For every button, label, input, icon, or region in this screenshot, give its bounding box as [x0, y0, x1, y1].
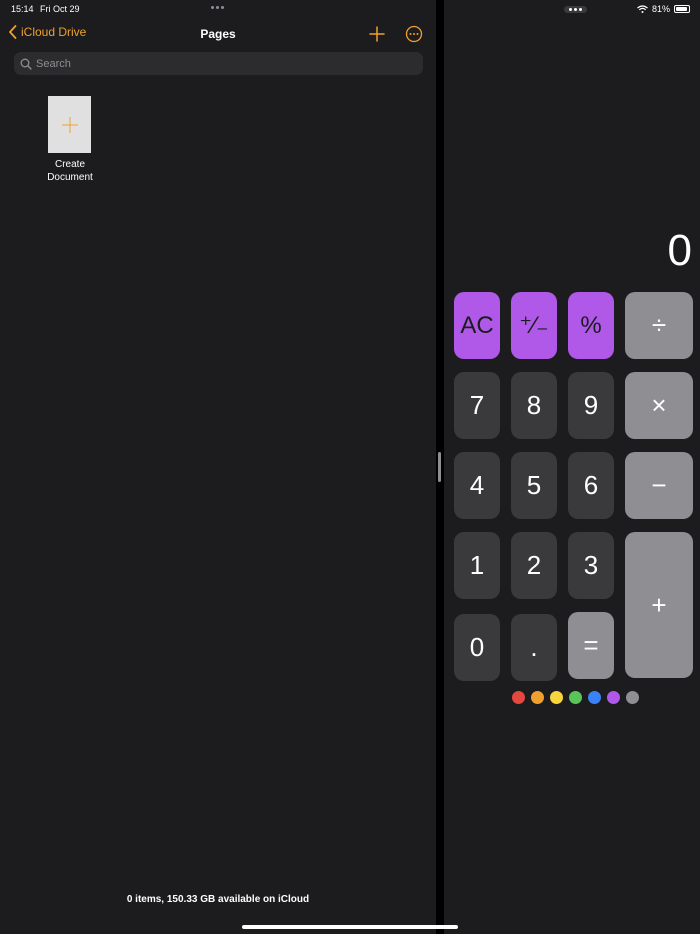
theme-color-dot[interactable]: [512, 691, 525, 704]
plus-minus-button[interactable]: ⁺∕₋: [511, 292, 557, 359]
plus-icon: [61, 116, 78, 133]
calculator-display: 0: [667, 226, 692, 275]
minus-button[interactable]: −: [625, 452, 693, 519]
theme-color-dot[interactable]: [588, 691, 601, 704]
search-icon: [20, 58, 32, 70]
pages-pane: 15:14 Fri Oct 29 iCloud Drive Pages Crea…: [0, 0, 436, 934]
add-button[interactable]: [368, 25, 386, 43]
equals-button[interactable]: =: [568, 612, 614, 679]
divide-button[interactable]: ÷: [625, 292, 693, 359]
status-time: 15:14: [11, 4, 34, 14]
digit-6-button[interactable]: 6: [568, 452, 614, 519]
theme-color-dot[interactable]: [626, 691, 639, 704]
create-document-label: Create Document: [47, 159, 93, 183]
multitasking-dots-icon[interactable]: [211, 6, 224, 9]
status-indicators: 81%: [637, 4, 690, 14]
decimal-button[interactable]: .: [511, 614, 557, 681]
calculator-pane: 81% 0 AC ⁺∕₋ % ÷ 7 8 9 × 4 5 6 − 1 2 3 +…: [444, 0, 700, 934]
digit-0-button[interactable]: 0: [454, 614, 500, 681]
digit-3-button[interactable]: 3: [568, 532, 614, 599]
battery-level: [676, 7, 688, 11]
multiply-button[interactable]: ×: [625, 372, 693, 439]
theme-color-dot[interactable]: [607, 691, 620, 704]
ellipsis-circle-icon: [405, 25, 423, 43]
digit-1-button[interactable]: 1: [454, 532, 500, 599]
status-date: Fri Oct 29: [40, 4, 80, 14]
create-document-button[interactable]: Create Document: [36, 96, 104, 184]
more-options-button[interactable]: [405, 25, 423, 43]
document-thumbnail: [48, 96, 91, 153]
search-bar[interactable]: [14, 52, 423, 75]
digit-7-button[interactable]: 7: [454, 372, 500, 439]
battery-icon: [674, 5, 690, 13]
split-view-handle[interactable]: [438, 452, 441, 482]
wifi-icon: [637, 5, 648, 13]
digit-8-button[interactable]: 8: [511, 372, 557, 439]
percent-button[interactable]: %: [568, 292, 614, 359]
storage-status: 0 items, 150.33 GB available on iCloud: [126, 894, 310, 905]
theme-color-dot[interactable]: [569, 691, 582, 704]
home-indicator[interactable]: [242, 925, 458, 929]
theme-color-dot[interactable]: [550, 691, 563, 704]
digit-4-button[interactable]: 4: [454, 452, 500, 519]
battery-percent: 81%: [651, 4, 670, 14]
plus-icon: [369, 26, 385, 42]
search-input[interactable]: [36, 57, 396, 70]
theme-color-picker: [512, 691, 639, 704]
plus-button[interactable]: +: [625, 532, 693, 678]
multitasking-dots-icon[interactable]: [564, 6, 587, 13]
theme-color-dot[interactable]: [531, 691, 544, 704]
clear-button[interactable]: AC: [454, 292, 500, 359]
digit-9-button[interactable]: 9: [568, 372, 614, 439]
digit-2-button[interactable]: 2: [511, 532, 557, 599]
digit-5-button[interactable]: 5: [511, 452, 557, 519]
